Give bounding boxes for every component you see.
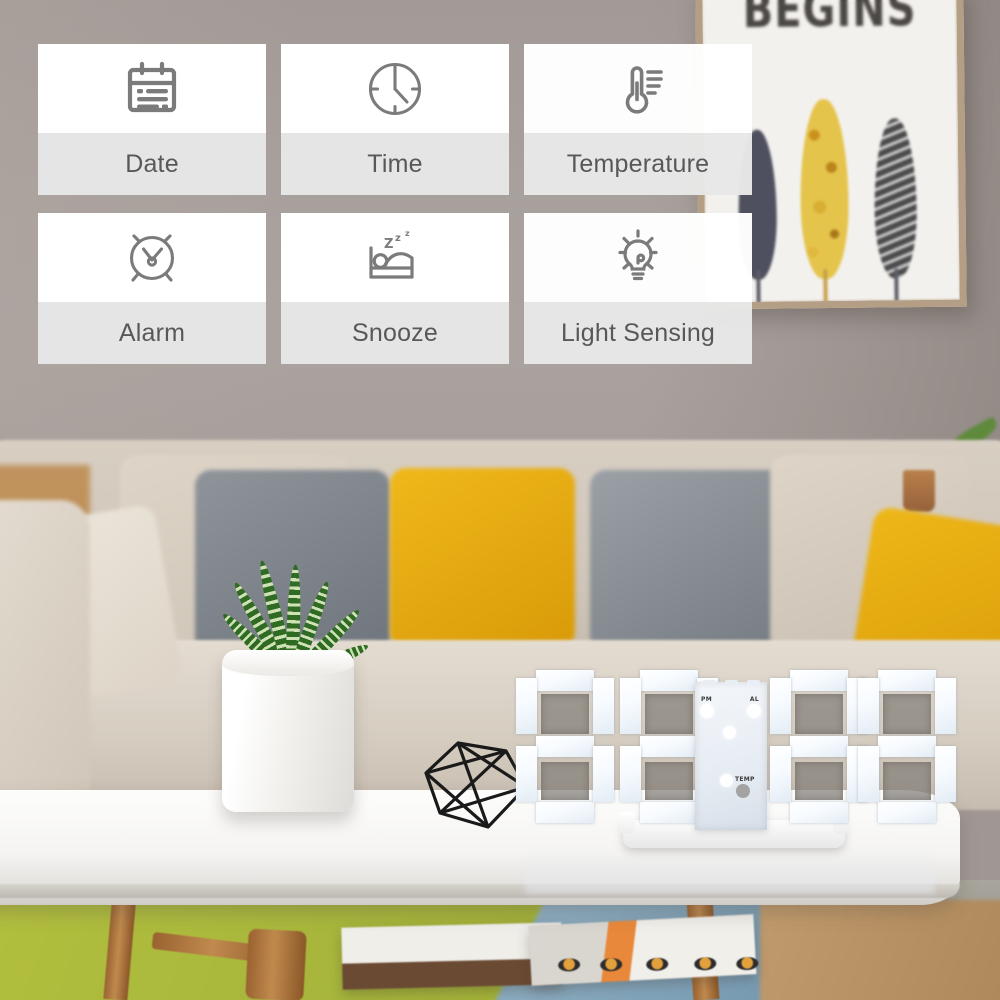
light-bulb-icon [524, 213, 752, 302]
sofa-arm-left [0, 500, 90, 830]
table-leg-foot [245, 928, 307, 1000]
svg-text:z: z [405, 229, 410, 238]
svg-text:z: z [395, 233, 401, 244]
pillow-yellow-left [390, 468, 575, 648]
al-indicator-label: AL [749, 696, 759, 703]
temp-indicator-dot [736, 784, 750, 798]
thermometer-icon [524, 44, 752, 133]
clock-table-reflection [525, 848, 935, 894]
feature-label-time: Time [281, 133, 509, 195]
feature-card-date[interactable]: Date [38, 44, 266, 195]
sleeping-person-bed-icon: Z z z [281, 213, 509, 302]
colon-dot-upper [723, 726, 736, 739]
feature-card-temperature[interactable]: Temperature [524, 44, 752, 195]
feature-card-light-sensing[interactable]: Light Sensing [524, 213, 752, 364]
al-indicator-dot [747, 704, 761, 718]
pm-indicator-label: PM [701, 696, 712, 703]
pillow-gray-right [590, 470, 785, 652]
calendar-icon [38, 44, 266, 133]
rug-tan-area [760, 900, 1000, 1000]
feature-card-grid: Date Time Temperature Alarm Z z z Snooze… [38, 44, 752, 364]
terracotta-pot [903, 470, 935, 512]
white-plant-pot [222, 650, 354, 812]
feature-label-light-sensing: Light Sensing [524, 302, 752, 364]
feature-label-alarm: Alarm [38, 302, 266, 364]
temp-indicator-label: TEMP [735, 776, 755, 783]
feature-label-snooze: Snooze [281, 302, 509, 364]
feature-card-snooze[interactable]: Z z z Snooze [281, 213, 509, 364]
feature-label-temperature: Temperature [524, 133, 752, 195]
clock-icon [281, 44, 509, 133]
svg-text:Z: Z [384, 237, 393, 252]
feature-label-date: Date [38, 133, 266, 195]
clock-indicator-panel: PM AL TEMP [695, 680, 767, 830]
clock-digit-4 [855, 668, 959, 826]
clock-digit-1 [513, 668, 617, 826]
led-clock-product: PM AL TEMP [505, 668, 956, 894]
alarm-clock-icon [38, 213, 266, 302]
feature-card-time[interactable]: Time [281, 44, 509, 195]
pm-indicator-dot [700, 704, 714, 718]
feature-card-alarm[interactable]: Alarm [38, 213, 266, 364]
colon-dot-lower [720, 774, 733, 787]
